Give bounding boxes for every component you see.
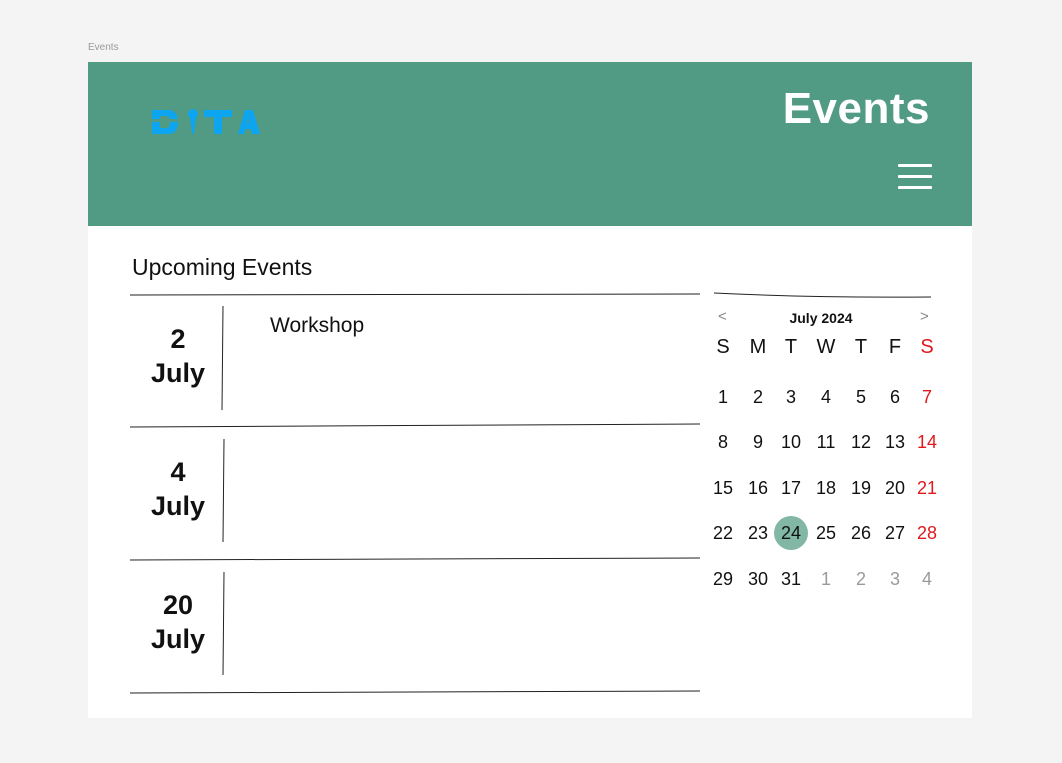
header: Events	[88, 62, 972, 226]
calendar-day[interactable]: 5	[844, 380, 878, 414]
calendar-day[interactable]: 28	[910, 516, 944, 550]
calendar-weekday: T	[784, 336, 798, 358]
calendar-day[interactable]: 29	[706, 562, 740, 596]
event-day: 4	[170, 457, 186, 487]
event-title: Workshop	[270, 314, 365, 337]
calendar-day[interactable]: 17	[774, 471, 808, 505]
calendar: < July 2024 > S M T W T F S 1 2 3 4 5 6 7 8 9 10 11 12 13 14…	[713, 294, 944, 614]
calendar-day[interactable]: 27	[878, 516, 912, 550]
calendar-day[interactable]: 7	[910, 380, 944, 414]
calendar-day[interactable]: 2	[844, 562, 878, 596]
hamburger-menu-icon[interactable]	[898, 164, 932, 190]
calendar-weekday: M	[749, 336, 767, 358]
calendar-day[interactable]: 3	[878, 562, 912, 596]
event-item[interactable]: 20 July	[130, 562, 700, 692]
event-day: 2	[170, 324, 186, 354]
calendar-day[interactable]: 22	[706, 516, 740, 550]
calendar-day[interactable]: 8	[706, 425, 740, 459]
page-title: Events	[782, 84, 930, 133]
calendar-weekday: S	[716, 336, 730, 358]
calendar-day[interactable]: 1	[706, 380, 740, 414]
calendar-day[interactable]: 6	[878, 380, 912, 414]
calendar-day[interactable]: 2	[741, 380, 775, 414]
event-item[interactable]: 4 July	[130, 429, 700, 559]
calendar-month-label: July 2024	[789, 310, 853, 326]
event-month: July	[150, 491, 206, 521]
section-title: Upcoming Events	[132, 254, 313, 280]
calendar-weekday: S	[920, 336, 934, 358]
event-date: 4 July	[130, 455, 226, 523]
calendar-day[interactable]: 21	[910, 471, 944, 505]
calendar-day[interactable]: 13	[878, 425, 912, 459]
event-day: 20	[162, 590, 194, 620]
event-month: July	[150, 358, 206, 388]
calendar-day[interactable]: 1	[809, 562, 843, 596]
calendar-day[interactable]: 9	[741, 425, 775, 459]
calendar-day[interactable]: 19	[844, 471, 878, 505]
calendar-weekday: W	[816, 336, 836, 358]
calendar-weekday: F	[888, 336, 902, 358]
calendar-day[interactable]: 11	[809, 425, 843, 459]
events-page: Events Upcoming Events 2 July Workshop 4…	[88, 62, 972, 718]
calendar-day[interactable]: 3	[774, 380, 808, 414]
calendar-day[interactable]: 15	[706, 471, 740, 505]
event-month: July	[150, 624, 206, 654]
calendar-day-selected[interactable]: 24	[774, 516, 808, 550]
calendar-day[interactable]: 4	[910, 562, 944, 596]
calendar-day[interactable]: 4	[809, 380, 843, 414]
calendar-day[interactable]: 14	[910, 425, 944, 459]
calendar-day[interactable]: 10	[774, 425, 808, 459]
calendar-day[interactable]: 26	[844, 516, 878, 550]
event-date: 2 July	[130, 322, 226, 390]
calendar-weekday: T	[854, 336, 868, 358]
calendar-day[interactable]: 16	[741, 471, 775, 505]
calendar-day[interactable]: 20	[878, 471, 912, 505]
event-date: 20 July	[130, 588, 226, 656]
event-item[interactable]: 2 July Workshop	[130, 296, 700, 426]
calendar-day[interactable]: 18	[809, 471, 843, 505]
calendar-day[interactable]: 23	[741, 516, 775, 550]
calendar-day[interactable]: 25	[809, 516, 843, 550]
frame-label: Events	[88, 42, 119, 53]
calendar-day[interactable]: 30	[741, 562, 775, 596]
chevron-right-icon[interactable]: >	[920, 308, 929, 325]
dita-logo[interactable]	[150, 106, 260, 138]
calendar-day[interactable]: 31	[774, 562, 808, 596]
calendar-day[interactable]: 12	[844, 425, 878, 459]
